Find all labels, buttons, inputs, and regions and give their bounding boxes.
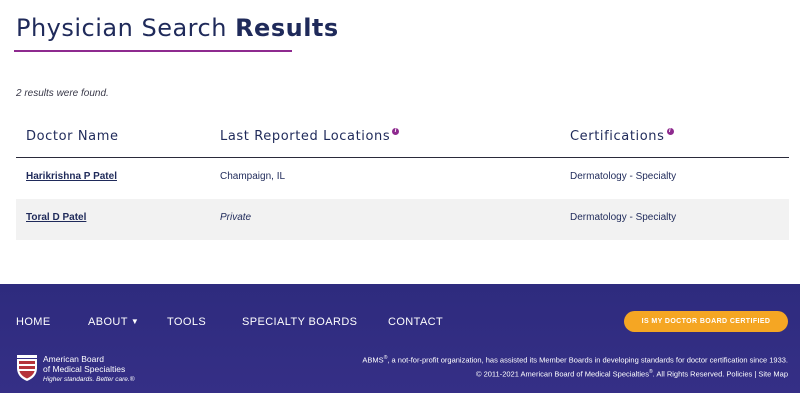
info-icon[interactable]: i <box>666 128 674 135</box>
copyright: © 2011-2021 American Board of Medical Sp… <box>475 369 788 379</box>
site-map-link[interactable]: Site Map <box>758 370 788 379</box>
table-header: Doctor Name Last Reported Locations i Cer… <box>16 118 789 158</box>
site-footer: HOME ABOUT ▼ TOOLS SPECIALTY BOARDS CONTA… <box>0 284 800 393</box>
doctor-name-link[interactable]: Toral D Patel <box>26 212 86 223</box>
footer-nav-specialty-boards[interactable]: SPECIALTY BOARDS <box>242 316 357 328</box>
chevron-down-icon: ▼ <box>130 317 140 326</box>
legal-statement: ABMS®, a not-for-profit organization, ha… <box>362 355 788 365</box>
policies-link[interactable]: Policies <box>726 370 752 379</box>
column-header-certifications: Certifications i <box>570 128 674 144</box>
board-certified-check-button[interactable]: IS MY DOCTOR BOARD CERTIFIED <box>624 311 788 332</box>
results-count: 2 results were found. <box>16 88 109 99</box>
footer-nav-about-label: ABOUT <box>88 316 128 328</box>
logo-tagline: Higher standards. Better care.® <box>43 376 135 383</box>
footer-nav-contact[interactable]: CONTACT <box>388 316 443 328</box>
abms-shield-icon <box>17 355 37 381</box>
logo-wordmark: American Board of Medical Specialties <box>43 354 126 374</box>
doctor-name-link[interactable]: Harikrishna P Patel <box>26 171 117 182</box>
footer-nav-about[interactable]: ABOUT ▼ <box>88 316 139 328</box>
page-title: Physician Search Results <box>16 14 339 42</box>
certification-cell: Dermatology - Specialty <box>570 212 677 223</box>
title-underline <box>14 50 292 52</box>
location-cell: Champaign, IL <box>220 171 286 182</box>
footer-nav-home[interactable]: HOME <box>16 316 51 328</box>
column-header-locations: Last Reported Locations i <box>220 128 400 144</box>
results-table: Doctor Name Last Reported Locations i Cer… <box>16 118 789 240</box>
location-cell: Private <box>220 212 252 223</box>
column-header-doctor-name: Doctor Name <box>26 129 119 144</box>
page-title-bold: Results <box>235 14 339 42</box>
certification-cell: Dermatology - Specialty <box>570 171 677 182</box>
info-icon[interactable]: i <box>392 128 400 135</box>
abms-logo[interactable]: American Board of Medical Specialties Hig… <box>15 354 135 388</box>
table-row: Harikrishna P Patel Champaign, IL Dermat… <box>16 158 789 199</box>
footer-nav-tools[interactable]: TOOLS <box>167 316 206 328</box>
page-title-regular: Physician Search <box>16 14 236 42</box>
table-row: Toral D Patel Private Dermatology - Spec… <box>16 199 789 240</box>
